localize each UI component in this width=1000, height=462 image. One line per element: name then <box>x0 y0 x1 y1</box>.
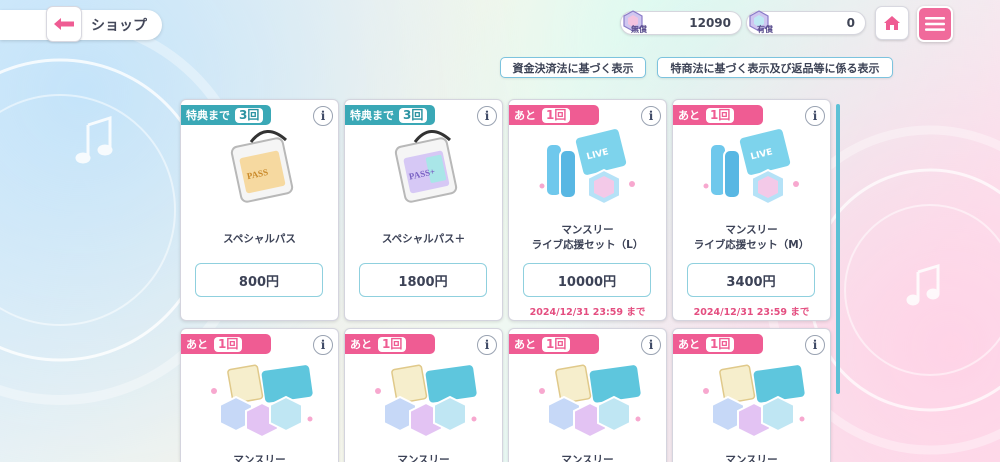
product-name: マンスリー <box>561 454 614 462</box>
payment-services-act-link[interactable]: 資金決済法に基づく表示 <box>500 57 646 78</box>
product-name: マンスリー ライブ応援セット（L） <box>531 224 644 251</box>
badge-prefix: あと <box>514 338 536 351</box>
purchase-limit-badge: あと 1回 <box>673 334 763 354</box>
info-button[interactable]: i <box>805 335 825 355</box>
back-arrow-icon <box>54 18 74 30</box>
gacha-gem-set-icon <box>211 363 315 437</box>
product-name: スペシャルパス＋ <box>381 233 466 245</box>
price-button[interactable]: 3400円 <box>687 263 815 297</box>
product-card[interactable]: 特典まで 3回 i PASS スペシャルパス 800円 <box>180 99 339 321</box>
badge-prefix: あと <box>678 109 700 122</box>
live-support-set-icon: LIVE <box>703 127 799 206</box>
info-button[interactable]: i <box>641 106 661 126</box>
live-support-set-icon: LIVE <box>539 127 635 206</box>
badge-count: 3回 <box>235 107 264 123</box>
page-title: ショップ <box>91 18 147 34</box>
menu-icon <box>925 17 945 31</box>
scrollbar[interactable] <box>836 104 840 394</box>
info-button[interactable]: i <box>477 106 497 126</box>
purchase-limit-badge: あと 1回 <box>181 334 271 354</box>
badge-prefix: あと <box>514 109 536 122</box>
purchase-limit-badge: あと 1回 <box>509 105 599 125</box>
gacha-gem-set-icon <box>375 363 479 437</box>
product-card[interactable]: あと 1回 i LIVE マンスリー ライブ応援セット（M） 3400円 202… <box>672 99 831 321</box>
product-card[interactable]: あと 1回 i LIVE マンスリー ライブ応援セット（L） 10000円 20… <box>508 99 667 321</box>
gacha-gem-set-icon <box>539 363 643 437</box>
product-name: マンスリー <box>233 454 286 462</box>
badge-prefix: 特典まで <box>350 109 394 122</box>
product-name: マンスリー <box>725 454 778 462</box>
paid-currency-display: 有償 0 <box>746 10 866 35</box>
badge-prefix: あと <box>186 338 208 351</box>
product-card[interactable]: あと 1回 i マンスリー <box>344 328 503 462</box>
info-button[interactable]: i <box>313 335 333 355</box>
free-currency-label: 無償 <box>631 25 647 34</box>
price-button[interactable]: 800円 <box>195 263 323 297</box>
info-button[interactable]: i <box>805 106 825 126</box>
badge-unit: 回 <box>390 336 403 351</box>
purchase-limit-badge: あと 1回 <box>673 105 763 125</box>
badge-prefix: あと <box>678 338 700 351</box>
purchase-limit-badge: 特典まで 3回 <box>345 105 435 125</box>
badge-unit: 回 <box>411 107 424 122</box>
special-pass-plus-icon: PASS+ <box>394 130 458 203</box>
gacha-gem-set-icon <box>703 363 807 437</box>
badge-prefix: あと <box>350 338 372 351</box>
commercial-transactions-act-link[interactable]: 特商法に基づく表示及び返品等に係る表示 <box>657 57 893 78</box>
badge-unit: 回 <box>718 336 731 351</box>
badge-count: 1回 <box>542 336 571 352</box>
product-card[interactable]: あと 1回 i マンスリー <box>180 328 339 462</box>
badge-unit: 回 <box>718 107 731 122</box>
back-button[interactable] <box>46 6 82 42</box>
price-button[interactable]: 10000円 <box>523 263 651 297</box>
badge-count: 3回 <box>399 107 428 123</box>
purchase-limit-badge: 特典まで 3回 <box>181 105 271 125</box>
badge-unit: 回 <box>554 107 567 122</box>
purchase-limit-badge: あと 1回 <box>345 334 435 354</box>
badge-prefix: 特典まで <box>186 109 230 122</box>
badge-unit: 回 <box>247 107 260 122</box>
info-button[interactable]: i <box>477 335 497 355</box>
product-name: マンスリー ライブ応援セット（M） <box>693 224 810 251</box>
home-icon <box>884 16 900 30</box>
home-button[interactable] <box>875 6 909 40</box>
paid-currency-label: 有償 <box>757 25 773 34</box>
badge-count: 1回 <box>542 107 571 123</box>
badge-unit: 回 <box>554 336 567 351</box>
paid-currency-value: 0 <box>846 16 855 30</box>
badge-count: 1回 <box>706 107 735 123</box>
purchase-limit-badge: あと 1回 <box>509 334 599 354</box>
info-button[interactable]: i <box>313 106 333 126</box>
badge-count: 1回 <box>378 336 407 352</box>
badge-count: 1回 <box>214 336 243 352</box>
product-card[interactable]: あと 1回 i マンスリー <box>672 328 831 462</box>
product-name: マンスリー <box>397 454 450 462</box>
badge-unit: 回 <box>226 336 239 351</box>
special-pass-icon: PASS <box>230 130 294 203</box>
price-button[interactable]: 1800円 <box>359 263 487 297</box>
free-currency-value: 12090 <box>689 16 731 30</box>
product-card[interactable]: 特典まで 3回 i PASS+ スペシャルパス＋ 1800円 <box>344 99 503 321</box>
free-currency-display: 無償 12090 <box>620 10 742 35</box>
badge-count: 1回 <box>706 336 735 352</box>
sale-deadline: 2024/12/31 23:59 まで <box>529 307 646 318</box>
sale-deadline: 2024/12/31 23:59 まで <box>693 307 810 318</box>
product-name: スペシャルパス <box>223 233 296 245</box>
info-button[interactable]: i <box>641 335 661 355</box>
menu-button[interactable] <box>917 6 953 42</box>
product-card[interactable]: あと 1回 i マンスリー <box>508 328 667 462</box>
